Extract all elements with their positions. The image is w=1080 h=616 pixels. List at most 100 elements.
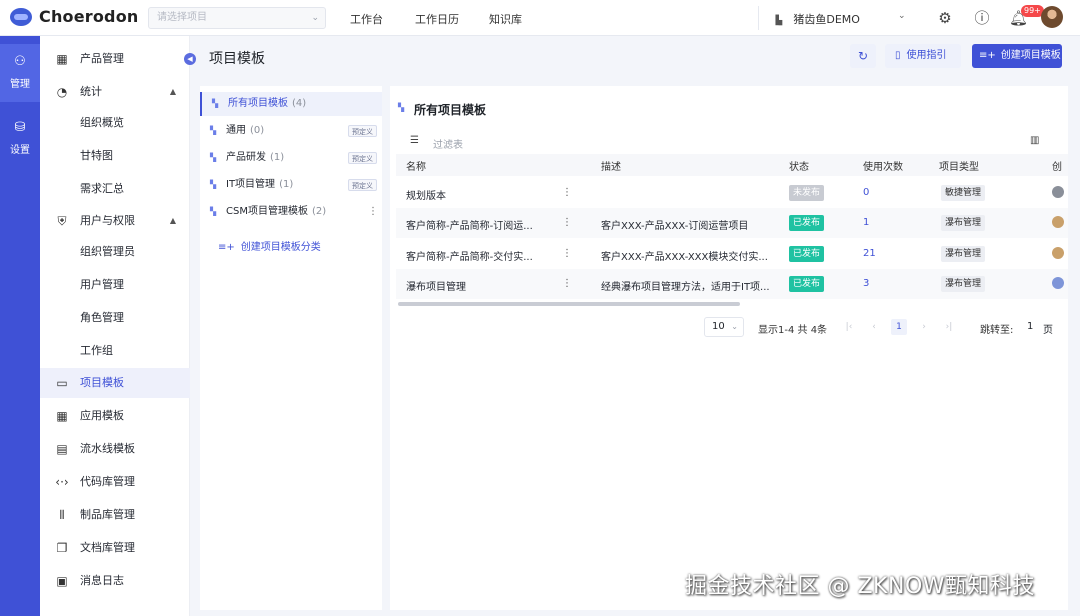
pipeline-icon: ▤ xyxy=(56,442,68,456)
category-count: (1) xyxy=(279,179,294,190)
project-type-tag: 敏捷管理 xyxy=(941,185,986,201)
table-row[interactable]: 规划版本 ⋮ 未发布 0 敏捷管理 xyxy=(396,178,1068,208)
menu-item-app-templates[interactable]: ▦ 应用模板 xyxy=(40,401,190,431)
more-icon[interactable]: ⋮ xyxy=(562,217,572,228)
menu-item-code-repos[interactable]: ‹·› 代码库管理 xyxy=(40,467,190,497)
menu-item-statistics[interactable]: ◔ 统计 ▲ xyxy=(40,77,190,107)
add-list-icon: ≡+ xyxy=(979,50,996,61)
menu-label: 工作组 xyxy=(80,344,113,357)
add-category-button[interactable]: ≡+ 创建项目模板分类 xyxy=(218,238,321,253)
menu-label: 制品库管理 xyxy=(80,508,135,521)
category-count: (0) xyxy=(250,125,265,136)
category-all[interactable]: ▚ 所有项目模板 (4) xyxy=(200,92,382,116)
collapse-sidebar-icon[interactable]: ◀ xyxy=(184,53,196,65)
pagination-info: 显示1-4 共 4条 xyxy=(758,325,828,336)
more-icon[interactable]: ⋮ xyxy=(562,187,572,198)
column-header[interactable]: 名称 xyxy=(406,158,426,173)
org-select[interactable]: ▐▖ 猪齿鱼DEMO ⌄ xyxy=(772,11,906,27)
project-select[interactable]: 请选择项目 ⌄ xyxy=(148,7,326,29)
page-unit-label: 页 xyxy=(1043,325,1053,336)
status-badge: 已发布 xyxy=(789,215,825,231)
menu-item-role-management[interactable]: 角色管理 xyxy=(40,303,190,333)
template-name[interactable]: 规划版本 xyxy=(406,187,446,202)
column-header[interactable]: 状态 xyxy=(789,158,809,173)
create-template-button[interactable]: ≡+ 创建项目模板 xyxy=(972,44,1062,68)
menu-item-requirements[interactable]: 需求汇总 xyxy=(40,174,190,204)
filter-bar[interactable]: ☰ 过滤表 ▥ xyxy=(398,132,1068,152)
prev-page-icon[interactable]: ‹ xyxy=(866,319,882,335)
logo[interactable]: Choerodon xyxy=(10,7,139,26)
book-icon: ▯ xyxy=(895,50,901,61)
menu-item-artifact-repos[interactable]: ⫴ 制品库管理 xyxy=(40,500,190,530)
last-page-icon[interactable]: ›| xyxy=(941,319,957,335)
category-general[interactable]: ▚ 通用 (0) 预定义 xyxy=(200,119,382,143)
nav-work-calendar[interactable]: 工作日历 xyxy=(415,11,459,27)
filter-input[interactable]: 过滤表 xyxy=(433,136,463,151)
horizontal-scrollbar[interactable] xyxy=(398,302,740,306)
code-icon: ‹·› xyxy=(55,475,69,489)
more-icon[interactable]: ⋮ xyxy=(562,248,572,259)
menu-item-product[interactable]: ▦ 产品管理 xyxy=(40,44,190,74)
menu-item-message-log[interactable]: ▣ 消息日志 xyxy=(40,566,190,596)
table-row[interactable]: 客户简称-产品简称-交付实... ⋮ 客户XXX-产品XXX-XXX模块交付实.… xyxy=(396,239,1068,269)
more-icon[interactable]: ⋮ xyxy=(368,200,378,224)
column-settings-icon[interactable]: ▥ xyxy=(1030,135,1039,146)
gear-icon[interactable]: ⚙ xyxy=(936,9,954,27)
rail-item-manage[interactable]: ⚇ 管理 xyxy=(0,44,40,102)
jump-input[interactable]: 1 xyxy=(1027,321,1033,332)
guide-button[interactable]: ▯ 使用指引 xyxy=(885,44,961,68)
column-header[interactable]: 项目类型 xyxy=(939,158,979,173)
project-type-tag: 瀑布管理 xyxy=(941,246,986,262)
logo-text: Choerodon xyxy=(39,7,139,26)
avatar[interactable] xyxy=(1041,6,1063,28)
artifact-icon: ⫴ xyxy=(59,508,65,522)
column-header[interactable]: 创 xyxy=(1052,158,1062,173)
category-csm[interactable]: ▚ CSM项目管理模板 (2) ⋮ xyxy=(200,200,382,224)
column-header[interactable]: 描述 xyxy=(601,158,621,173)
menu-label: 项目模板 xyxy=(80,376,124,389)
menu-item-doc-repos[interactable]: ❐ 文档库管理 xyxy=(40,533,190,563)
template-name[interactable]: 瀑布项目管理 xyxy=(406,278,466,293)
help-icon[interactable]: ⓘ xyxy=(973,9,991,27)
chevron-up-icon: ▲ xyxy=(169,216,176,225)
menu-label: 用户与权限 xyxy=(80,214,135,227)
menu-label: 代码库管理 xyxy=(80,475,135,488)
predefined-tag: 预定义 xyxy=(348,152,377,164)
category-icon: ▚ xyxy=(210,180,217,189)
menu-item-users-permissions[interactable]: ⛨ 用户与权限 ▲ xyxy=(40,206,190,236)
template-desc: 客户XXX-产品XXX-XXX模块交付实... xyxy=(601,252,768,263)
category-panel: ▚ 所有项目模板 (4) ▚ 通用 (0) 预定义 ▚ 产品研发 (1) 预定义 ▚ … xyxy=(200,86,382,610)
first-page-icon[interactable]: |‹ xyxy=(841,319,857,335)
menu-item-pipeline-templates[interactable]: ▤ 流水线模板 xyxy=(40,434,190,464)
add-list-icon: ≡+ xyxy=(218,242,235,253)
rail-item-settings[interactable]: ⛁ 设置 xyxy=(0,114,40,172)
menu-item-project-templates[interactable]: ▭ 项目模板 xyxy=(40,368,190,398)
nav-workbench[interactable]: 工作台 xyxy=(350,11,383,27)
next-page-icon[interactable]: › xyxy=(916,319,932,335)
menu-item-work-groups[interactable]: 工作组 xyxy=(40,336,190,366)
menu-item-gantt[interactable]: 甘特图 xyxy=(40,141,190,171)
more-icon[interactable]: ⋮ xyxy=(562,278,572,289)
refresh-button[interactable]: ↻ xyxy=(850,44,876,68)
nav-knowledge-base[interactable]: 知识库 xyxy=(489,11,522,27)
column-header[interactable]: 使用次数 xyxy=(863,158,903,173)
page-size-value: 10 xyxy=(712,321,725,332)
table-row[interactable]: 客户简称-产品简称-订阅运... ⋮ 客户XXX-产品XXX-订阅运营项目 已发… xyxy=(396,208,1068,238)
category-icon: ▚ xyxy=(398,103,405,112)
top-bar: Choerodon 请选择项目 ⌄ 工作台 工作日历 知识库 ▐▖ 猪齿鱼DEM… xyxy=(0,0,1080,36)
page-size-select[interactable]: 10 ⌄ xyxy=(704,317,744,337)
template-name[interactable]: 客户简称-产品简称-交付实... xyxy=(406,248,533,263)
menu-item-org-overview[interactable]: 组织概览 xyxy=(40,108,190,138)
org-icon: ▐▖ xyxy=(772,16,786,26)
category-it-project[interactable]: ▚ IT项目管理 (1) 预定义 xyxy=(200,173,382,197)
menu-item-org-admins[interactable]: 组织管理员 xyxy=(40,237,190,267)
menu-item-user-management[interactable]: 用户管理 xyxy=(40,270,190,300)
table-row[interactable]: 瀑布项目管理 ⋮ 经典瀑布项目管理方法，适用于IT项... 已发布 3 瀑布管理 xyxy=(396,269,1068,299)
grid-icon: ▦ xyxy=(56,52,68,66)
category-product-rd[interactable]: ▚ 产品研发 (1) 预定义 xyxy=(200,146,382,170)
current-page[interactable]: 1 xyxy=(891,319,907,335)
template-name[interactable]: 客户简称-产品简称-订阅运... xyxy=(406,217,533,232)
menu-label: 文档库管理 xyxy=(80,541,135,554)
predefined-tag: 预定义 xyxy=(348,125,377,137)
creator-avatar xyxy=(1052,277,1064,289)
